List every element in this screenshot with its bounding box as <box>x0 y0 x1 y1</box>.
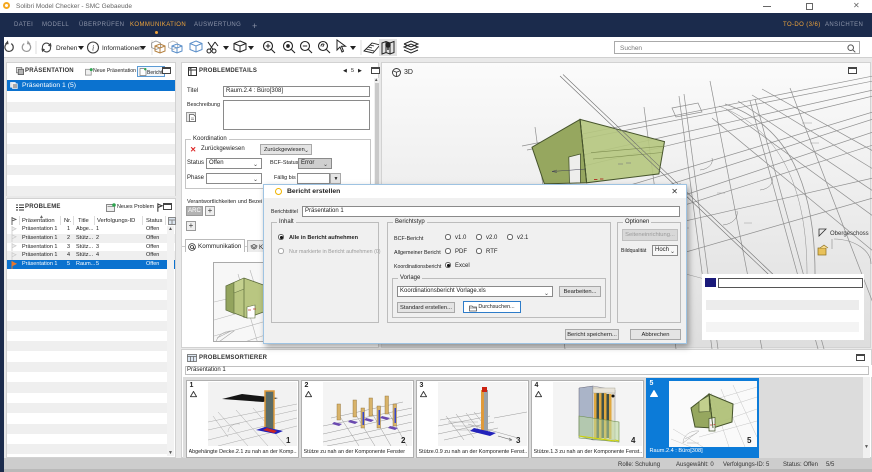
svg-text:5: 5 <box>747 436 752 445</box>
svg-text:Informationen: Informationen <box>102 45 142 52</box>
svg-text:3: 3 <box>516 436 521 445</box>
svg-text:Obergeschoss: Obergeschoss <box>830 231 869 237</box>
svg-text:2: 2 <box>401 436 406 445</box>
svg-text:Drehen: Drehen <box>56 45 78 52</box>
svg-text:1: 1 <box>286 436 291 445</box>
svg-text:4: 4 <box>631 436 636 445</box>
svg-text:i: i <box>92 44 94 53</box>
